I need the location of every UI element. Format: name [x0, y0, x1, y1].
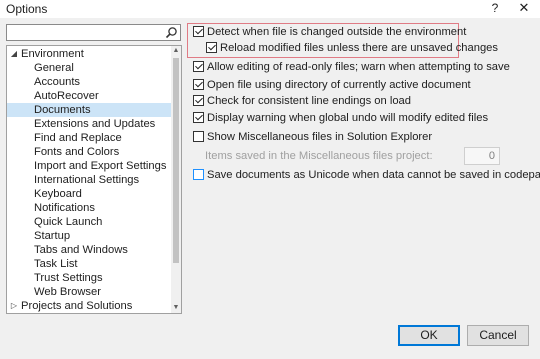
tree-item[interactable]: Import and Export Settings	[7, 159, 171, 173]
global-undo-warning-checkbox[interactable]	[193, 112, 204, 123]
tree-item-label: Accounts	[34, 76, 81, 88]
allow-readonly-edit-label: Allow editing of read-only files; warn w…	[207, 61, 510, 73]
tree-item-label: Documents	[34, 104, 91, 116]
tree-item[interactable]: Tabs and Windows	[7, 243, 171, 257]
tree-item[interactable]: Accounts	[7, 75, 171, 89]
scroll-down-icon[interactable]: ▼	[171, 303, 181, 313]
tree-item-label: Find and Replace	[34, 132, 122, 144]
tree-item[interactable]: Documents	[7, 103, 171, 117]
tree-item-label: Keyboard	[34, 188, 82, 200]
cancel-button[interactable]: Cancel	[467, 325, 529, 346]
save-unicode-checkbox[interactable]	[193, 169, 204, 180]
tree-item-label: Tabs and Windows	[34, 244, 128, 256]
ok-button[interactable]: OK	[398, 325, 460, 346]
check-line-endings-checkbox[interactable]	[193, 95, 204, 106]
title-bar: Options ? ✕	[0, 0, 540, 18]
scrollbar-thumb[interactable]	[173, 58, 179, 263]
save-unicode-label: Save documents as Unicode when data cann…	[207, 169, 540, 181]
tree-item-label: International Settings	[34, 174, 140, 186]
search-icon[interactable]	[165, 26, 178, 39]
window-title: Options	[6, 2, 48, 16]
tree-item-label: Environment	[21, 48, 84, 60]
misc-items-field[interactable]	[464, 147, 500, 165]
global-undo-warning-label: Display warning when global undo will mo…	[207, 112, 489, 124]
tree-item[interactable]: Web Browser	[7, 285, 171, 299]
help-button[interactable]: ?	[488, 1, 502, 17]
show-misc-files-checkbox[interactable]	[193, 131, 204, 142]
tree-item[interactable]: Quick Launch	[7, 215, 171, 229]
detect-changes-checkbox[interactable]	[193, 26, 204, 37]
collapse-arrow-icon[interactable]: ◢	[9, 47, 19, 61]
misc-items-label: Items saved in the Miscellaneous files p…	[205, 150, 433, 162]
options-tree: ◢ Environment General Accounts AutoRecover Do…	[6, 45, 182, 314]
misc-items-input[interactable]	[465, 148, 499, 164]
tree-item[interactable]: Keyboard	[7, 187, 171, 201]
detect-changes-label: Detect when file is changed outside the …	[207, 26, 467, 38]
tree-item-label: Notifications	[34, 202, 95, 214]
tree-item[interactable]: Fonts and Colors	[7, 145, 171, 159]
tree-item[interactable]: International Settings	[7, 173, 171, 187]
reload-modified-label: Reload modified files unless there are u…	[220, 42, 498, 54]
tree-item[interactable]: ▷ Projects and Solutions	[7, 299, 171, 313]
tree-item-label: Startup	[34, 230, 71, 242]
tree-item-label: Fonts and Colors	[34, 146, 120, 158]
tree-item[interactable]: Task List	[7, 257, 171, 271]
tree-item-label: Trust Settings	[34, 272, 103, 284]
tree-scrollbar[interactable]: ▲ ▼	[171, 46, 181, 313]
tree-item[interactable]: AutoRecover	[7, 89, 171, 103]
tree-item[interactable]: General	[7, 61, 171, 75]
expand-arrow-icon[interactable]: ▷	[9, 299, 19, 313]
tree-item-label: General	[34, 62, 74, 74]
allow-readonly-edit-checkbox[interactable]	[193, 61, 204, 72]
tree-item-label: AutoRecover	[34, 90, 99, 102]
check-line-endings-label: Check for consistent line endings on loa…	[207, 95, 411, 107]
search-input[interactable]	[9, 26, 159, 39]
tree-item[interactable]: Startup	[7, 229, 171, 243]
tree-item-label: Task List	[34, 258, 78, 270]
show-misc-files-label: Show Miscellaneous files in Solution Exp…	[207, 131, 433, 143]
tree-item-label: Import and Export Settings	[34, 160, 167, 172]
tree-item[interactable]: Trust Settings	[7, 271, 171, 285]
open-file-dir-checkbox[interactable]	[193, 79, 204, 90]
tree-item[interactable]: Extensions and Updates	[7, 117, 171, 131]
tree-item[interactable]: Notifications	[7, 201, 171, 215]
search-box[interactable]	[6, 24, 181, 41]
tree-item[interactable]: Find and Replace	[7, 131, 171, 145]
tree-item[interactable]: ◢ Environment	[7, 47, 171, 61]
tree-item-label: Web Browser	[34, 286, 101, 298]
tree-item-label: Quick Launch	[34, 216, 103, 228]
open-file-dir-label: Open file using directory of currently a…	[207, 79, 471, 91]
tree-item-label: Projects and Solutions	[21, 300, 133, 312]
scroll-up-icon[interactable]: ▲	[171, 46, 181, 56]
tree-item-label: Extensions and Updates	[34, 118, 156, 130]
reload-modified-checkbox[interactable]	[206, 42, 217, 53]
close-button[interactable]: ✕	[515, 0, 533, 18]
